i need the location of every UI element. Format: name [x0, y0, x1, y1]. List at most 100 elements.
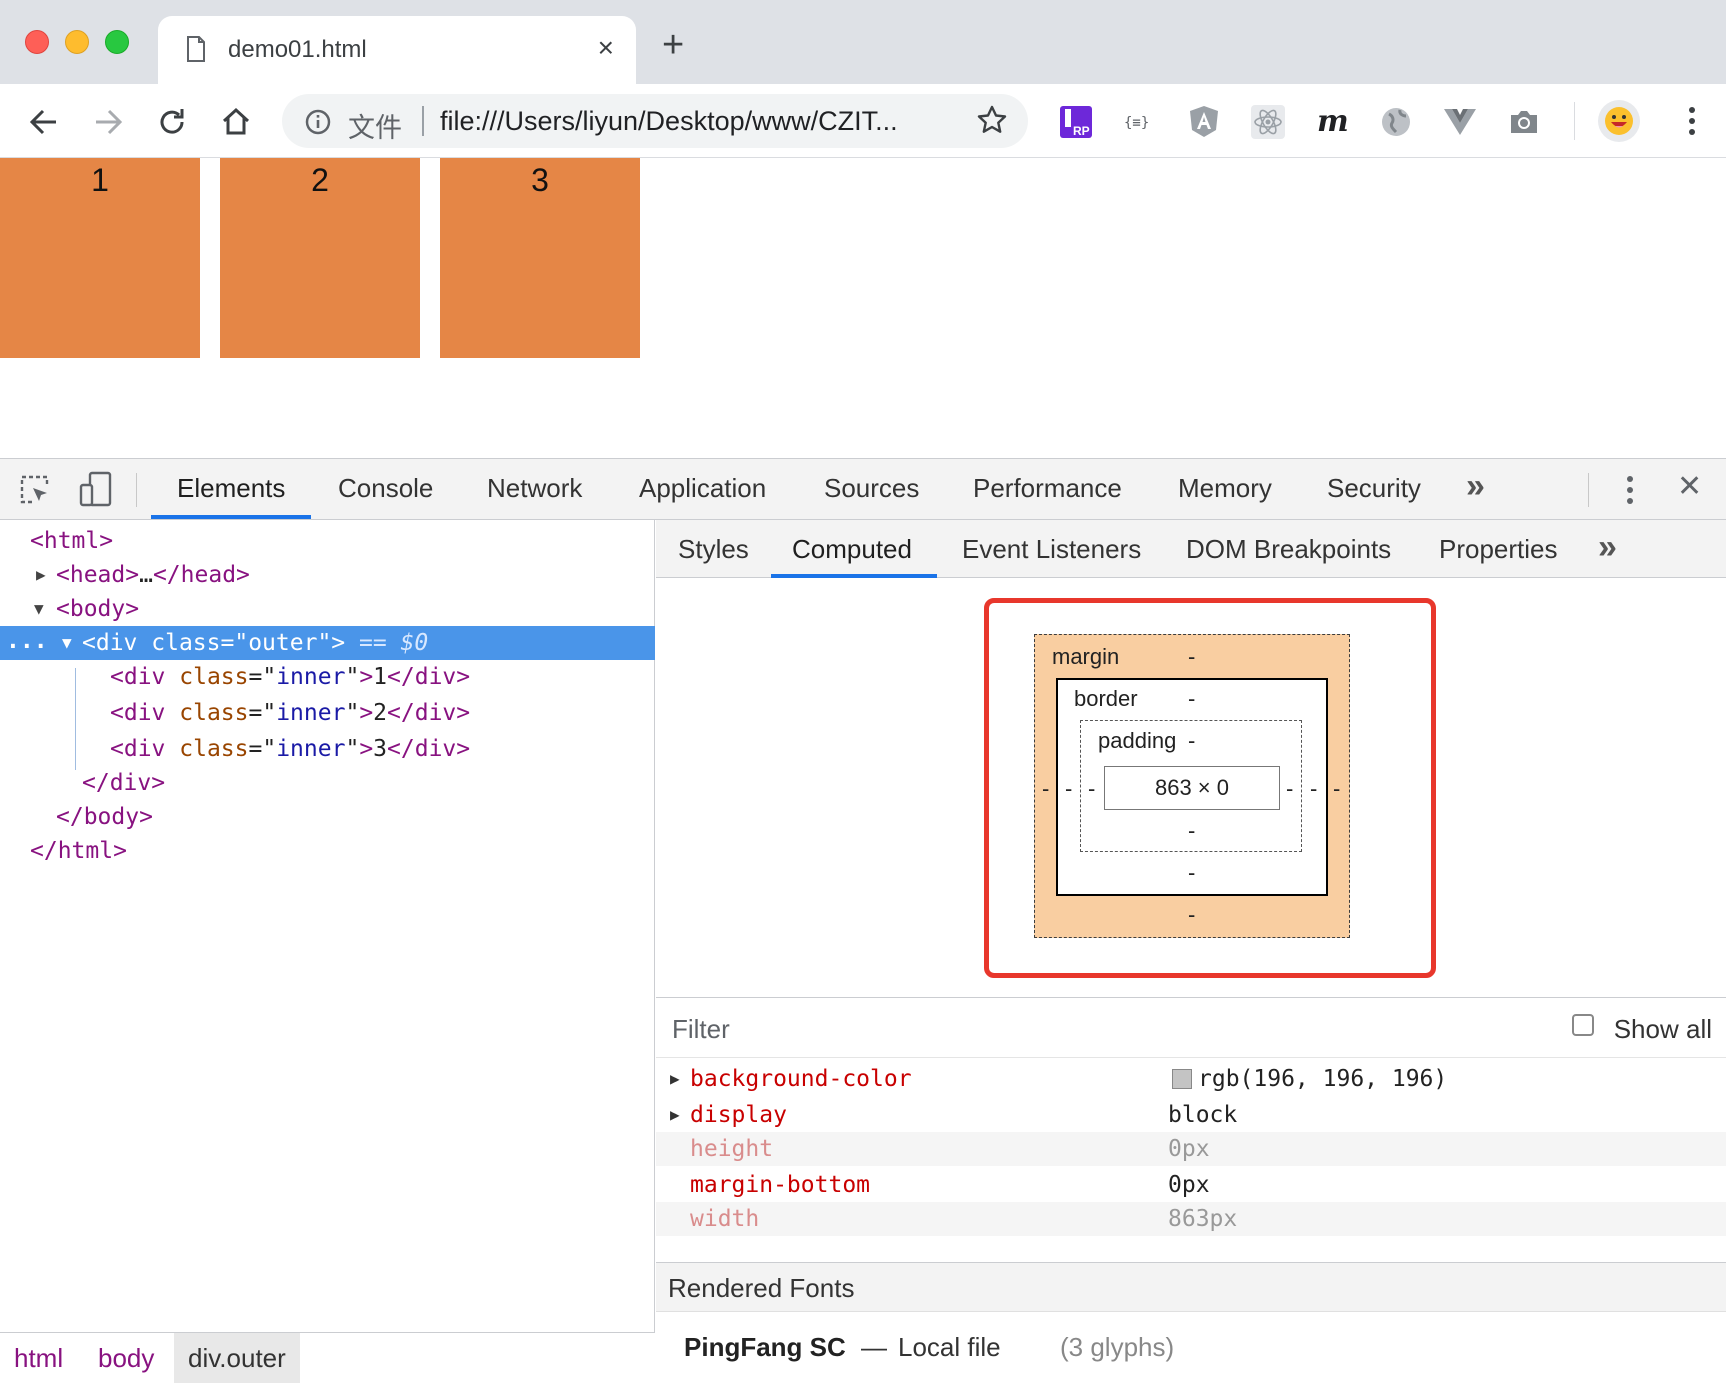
- dom-node-body[interactable]: ▼ <body>: [0, 592, 655, 626]
- inspect-element-icon[interactable]: [18, 473, 52, 507]
- padding-bottom-value[interactable]: -: [1188, 818, 1195, 844]
- show-all-checkbox[interactable]: [1572, 1014, 1594, 1036]
- breadcrumb-html[interactable]: html: [14, 1343, 63, 1374]
- bookmark-star-icon[interactable]: [976, 104, 1008, 136]
- dom-attr-value: inner: [276, 700, 346, 726]
- computed-property-row[interactable]: ▶ display block: [656, 1098, 1726, 1132]
- computed-property-row[interactable]: margin-bottom 0px: [656, 1168, 1726, 1202]
- dom-tag: <div: [110, 664, 180, 690]
- profile-avatar[interactable]: [1598, 100, 1640, 142]
- padding-top-value[interactable]: -: [1188, 728, 1195, 754]
- tab-properties[interactable]: Properties: [1439, 534, 1558, 565]
- collapse-arrow-icon[interactable]: ▼: [34, 592, 44, 626]
- margin-bottom-value[interactable]: -: [1188, 902, 1195, 928]
- home-icon[interactable]: [216, 102, 256, 142]
- padding-right-value[interactable]: -: [1286, 776, 1293, 802]
- computed-property-row[interactable]: width 863px: [656, 1202, 1726, 1236]
- more-subtabs-icon[interactable]: »: [1598, 528, 1617, 567]
- border-left-value[interactable]: -: [1065, 776, 1072, 802]
- tab-memory[interactable]: Memory: [1178, 473, 1272, 504]
- color-swatch[interactable]: [1172, 1069, 1192, 1089]
- tab-elements[interactable]: Elements: [177, 473, 285, 504]
- filter-input[interactable]: Filter: [672, 1014, 730, 1045]
- m-extension-icon[interactable]: m: [1314, 104, 1350, 140]
- computed-property-row[interactable]: height 0px: [656, 1132, 1726, 1166]
- globe-extension-icon[interactable]: [1378, 104, 1414, 140]
- breadcrumb-body[interactable]: body: [98, 1343, 154, 1374]
- new-tab-button[interactable]: +: [662, 26, 684, 64]
- show-all-label[interactable]: Show all: [1614, 1014, 1712, 1045]
- angular-extension-icon[interactable]: [1186, 104, 1222, 140]
- dom-ellipsis[interactable]: …: [139, 562, 153, 588]
- close-window-button[interactable]: [25, 30, 49, 54]
- box-model-content[interactable]: 863 × 0: [1104, 766, 1280, 810]
- font-name: PingFang SC: [684, 1332, 846, 1362]
- camera-extension-icon[interactable]: [1506, 104, 1542, 140]
- tab-event-listeners[interactable]: Event Listeners: [962, 534, 1141, 565]
- dom-node-inner-3[interactable]: <div class="inner">3</div>: [0, 732, 655, 766]
- tab-application[interactable]: Application: [639, 473, 766, 504]
- svg-text:{≡}: {≡}: [1124, 115, 1149, 131]
- node-actions-ellipsis[interactable]: ...: [6, 624, 48, 658]
- tab-network[interactable]: Network: [487, 473, 582, 504]
- border-right-value[interactable]: -: [1310, 776, 1317, 802]
- vue-devtools-extension-icon[interactable]: [1442, 104, 1478, 140]
- dom-node-div-close[interactable]: </div>: [0, 766, 655, 800]
- expand-arrow-icon[interactable]: ▶: [36, 558, 46, 592]
- reload-icon[interactable]: [152, 102, 192, 142]
- padding-left-value[interactable]: -: [1088, 776, 1095, 802]
- computed-property-row[interactable]: ▶ background-color rgb(196, 196, 196): [656, 1062, 1726, 1096]
- dom-tag: >: [359, 736, 374, 762]
- dom-node-inner-1[interactable]: <div class="inner">1</div>: [0, 660, 655, 694]
- property-name: display: [690, 1102, 787, 1128]
- tab-close-icon[interactable]: ×: [598, 34, 614, 62]
- json-viewer-extension-icon[interactable]: {≡}: [1122, 104, 1158, 140]
- expand-arrow-icon[interactable]: ▶: [670, 1062, 680, 1096]
- tab-dom-breakpoints[interactable]: DOM Breakpoints: [1186, 534, 1391, 565]
- omnibox-separator: [422, 106, 424, 136]
- computed-panel: Styles Computed Event Listeners DOM Brea…: [656, 520, 1726, 1382]
- more-tabs-icon[interactable]: »: [1466, 467, 1485, 506]
- border-bottom-value[interactable]: -: [1188, 860, 1195, 886]
- dom-node-head[interactable]: ▶ <head>…</head>: [0, 558, 655, 592]
- forward-arrow-icon[interactable]: [88, 102, 128, 142]
- axure-rp-extension-icon[interactable]: RP: [1058, 104, 1094, 140]
- device-toolbar-icon[interactable]: [78, 471, 114, 509]
- tab-console[interactable]: Console: [338, 473, 433, 504]
- dom-tag: <body>: [56, 596, 140, 622]
- margin-right-value[interactable]: -: [1333, 776, 1340, 802]
- dom-node-inner-2[interactable]: <div class="inner">2</div>: [0, 696, 655, 730]
- tab-computed[interactable]: Computed: [792, 534, 912, 565]
- minimize-window-button[interactable]: [65, 30, 89, 54]
- tab-security[interactable]: Security: [1327, 473, 1421, 504]
- tab-sources[interactable]: Sources: [824, 473, 919, 504]
- margin-left-value[interactable]: -: [1042, 776, 1049, 802]
- collapse-arrow-icon[interactable]: ▼: [62, 626, 72, 660]
- dom-eq: =: [220, 630, 235, 656]
- address-bar[interactable]: 文件 file:///Users/liyun/Desktop/www/CZIT.…: [282, 94, 1028, 148]
- url-text[interactable]: file:///Users/liyun/Desktop/www/CZIT...: [440, 106, 898, 137]
- expand-arrow-icon[interactable]: ▶: [670, 1098, 680, 1132]
- tab-performance[interactable]: Performance: [973, 473, 1122, 504]
- active-tab-indicator: [151, 515, 311, 519]
- react-devtools-extension-icon[interactable]: [1250, 104, 1286, 140]
- chrome-menu-icon[interactable]: [1686, 104, 1698, 138]
- margin-top-value[interactable]: -: [1188, 644, 1195, 670]
- close-devtools-icon[interactable]: ✕: [1677, 469, 1702, 504]
- dom-tag: </div>: [82, 770, 166, 796]
- back-arrow-icon[interactable]: [24, 102, 64, 142]
- dom-node-html-close[interactable]: </html>: [0, 834, 655, 868]
- dom-node-body-close[interactable]: </body>: [0, 800, 655, 834]
- devtools-menu-icon[interactable]: [1624, 473, 1636, 507]
- browser-tab[interactable]: demo01.html ×: [158, 16, 636, 84]
- breadcrumb-div-outer[interactable]: div.outer: [174, 1333, 300, 1383]
- dom-eq: =": [248, 736, 277, 762]
- rendered-fonts-title: Rendered Fonts: [668, 1273, 855, 1303]
- info-icon[interactable]: [304, 108, 332, 136]
- computed-filter-row: Filter Show all: [656, 998, 1726, 1058]
- maximize-window-button[interactable]: [105, 30, 129, 54]
- dom-node-html[interactable]: <html>: [0, 524, 655, 558]
- tab-styles[interactable]: Styles: [678, 534, 749, 565]
- border-top-value[interactable]: -: [1188, 686, 1195, 712]
- dom-node-div-outer-selected[interactable]: ... ▼ <div class="outer"> == $0: [0, 626, 655, 660]
